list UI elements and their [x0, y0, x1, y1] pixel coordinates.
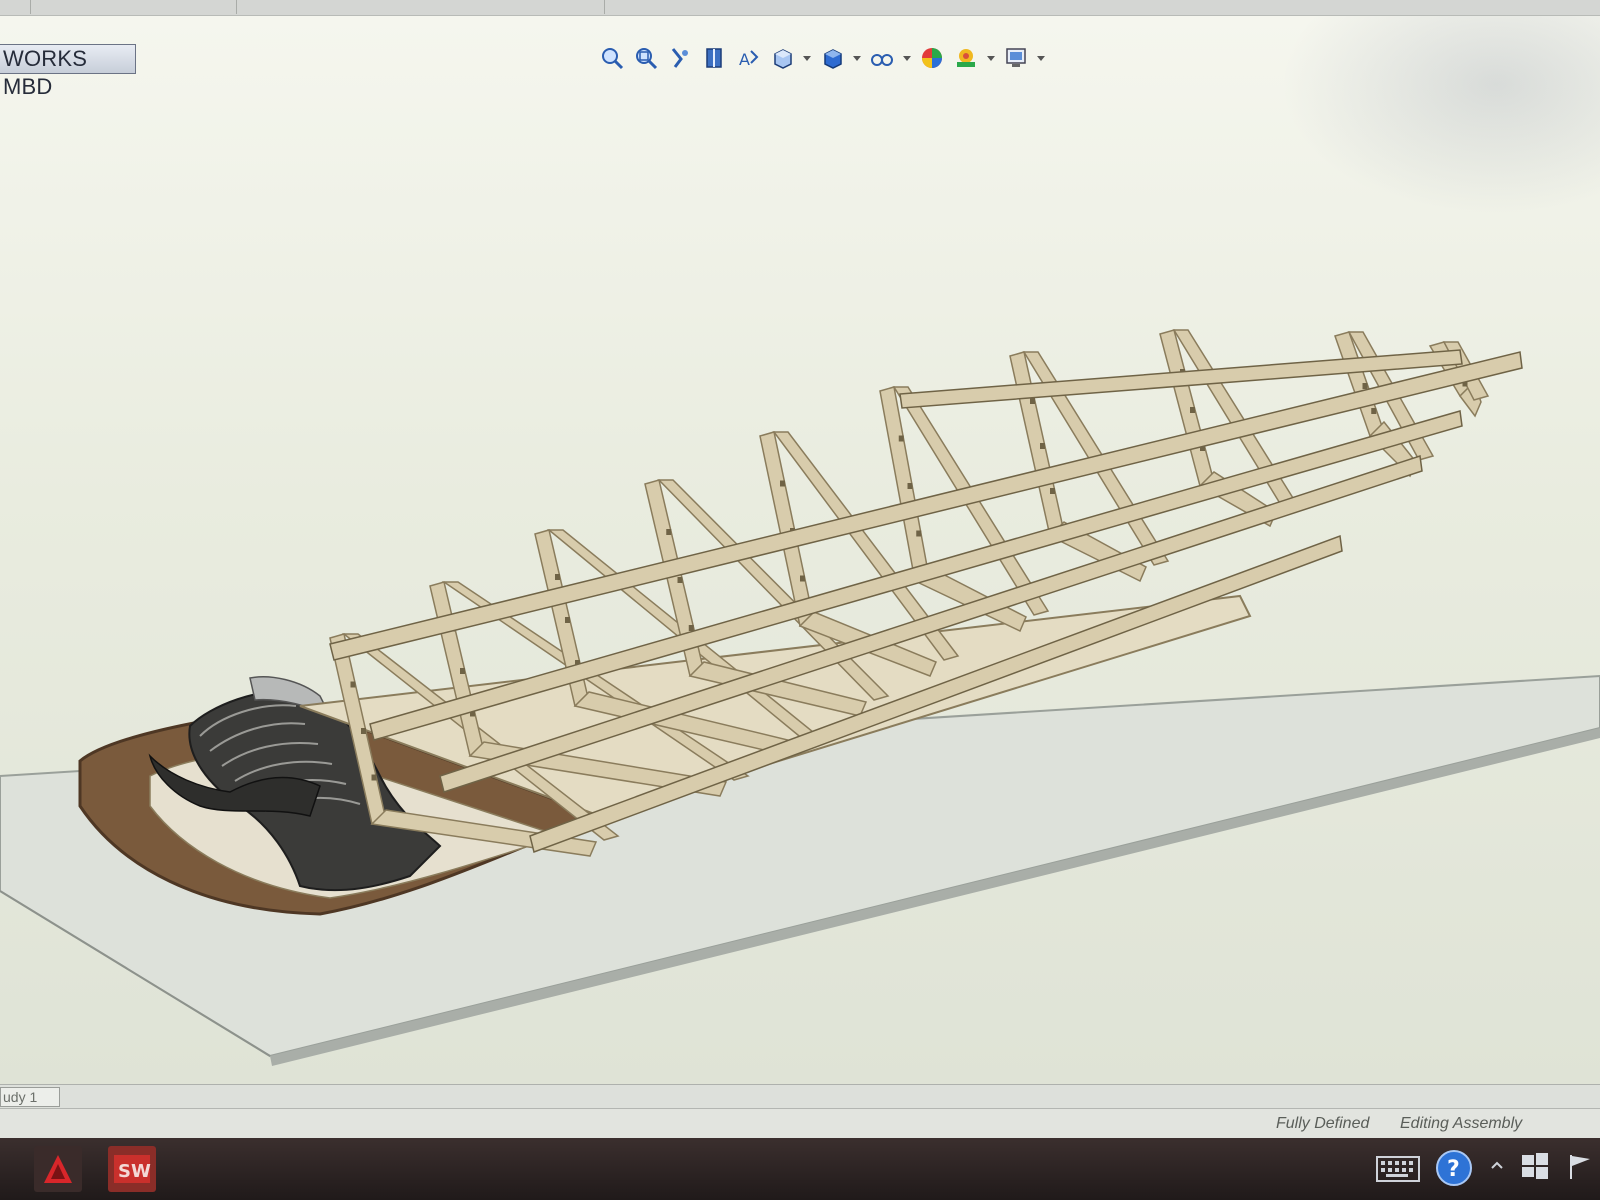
frame-notch [907, 483, 913, 489]
frame-notch [780, 480, 785, 487]
boat-frame-assembly-model[interactable] [0, 16, 1600, 1084]
status-editing-mode: Editing Assembly [1400, 1115, 1523, 1132]
svg-text:SW: SW [118, 1161, 151, 1182]
ribbon-separator [604, 0, 605, 14]
svg-text:?: ? [1447, 1157, 1460, 1182]
frame-notch [361, 728, 366, 734]
frame-notch [371, 774, 377, 781]
ribbon-bottom-edge [0, 0, 1600, 16]
tray-chevron-icon[interactable] [1490, 1160, 1504, 1170]
frame-notch [1050, 488, 1055, 494]
status-bar: Fully Defined Editing Assembly [0, 1108, 1600, 1138]
frame-notch [1190, 407, 1195, 413]
ribbon-separator [30, 0, 31, 14]
frame-notch [1040, 443, 1045, 449]
display-style-icon[interactable] [818, 44, 846, 72]
windows-taskbar: SW ? [0, 1138, 1600, 1200]
apply-scene-dropdown[interactable] [986, 44, 996, 72]
view-settings-dropdown[interactable] [1036, 44, 1046, 72]
frame-notch [350, 681, 356, 688]
command-manager-tab-mbd[interactable]: WORKS MBD [0, 44, 136, 99]
svg-text:A: A [739, 50, 750, 69]
zoom-to-fit-icon[interactable] [598, 44, 626, 72]
frame-notch [460, 668, 465, 674]
hide-show-items-dropdown[interactable] [902, 44, 912, 72]
frame-post[interactable] [1159, 329, 1215, 487]
frame-notch [677, 577, 683, 583]
frame-notch [800, 575, 805, 582]
frame-notch [916, 530, 922, 537]
frame-notch [565, 617, 570, 623]
display-style-dropdown[interactable] [852, 44, 862, 72]
model-tabs-bar: udy 1 [0, 1084, 1600, 1108]
frame-notch [1362, 383, 1368, 389]
heads-up-view-toolbar: A [598, 40, 1046, 76]
zoom-to-area-icon[interactable] [632, 44, 660, 72]
notification-flag-icon[interactable] [1566, 1152, 1596, 1180]
view-orientation-icon[interactable] [768, 44, 796, 72]
view-settings-icon[interactable] [1002, 44, 1030, 72]
frame-notch [898, 435, 904, 442]
dynamic-annotation-views-icon[interactable]: A [734, 44, 762, 72]
frame-notch [666, 529, 672, 535]
section-view-icon[interactable] [700, 44, 728, 72]
keyboard-icon[interactable] [1376, 1156, 1420, 1182]
edit-appearance-icon[interactable] [918, 44, 946, 72]
frame-notch [688, 625, 694, 631]
autocad-icon[interactable] [34, 1146, 82, 1192]
view-orientation-dropdown[interactable] [802, 44, 812, 72]
frame-notch [1030, 398, 1035, 404]
graphics-area[interactable]: WORKS MBD A [0, 16, 1600, 1084]
help-icon[interactable]: ? [1434, 1148, 1474, 1188]
ribbon-separator [236, 0, 237, 14]
status-definition-state: Fully Defined [1276, 1115, 1370, 1132]
hide-show-items-icon[interactable] [868, 44, 896, 72]
previous-view-icon[interactable] [666, 44, 694, 72]
windows-flag-icon[interactable] [1520, 1152, 1550, 1180]
solidworks-icon[interactable]: SW [108, 1146, 156, 1192]
frame-notch [1371, 408, 1377, 414]
apply-scene-icon[interactable] [952, 44, 980, 72]
tab-motion-study-1[interactable]: udy 1 [0, 1087, 60, 1107]
frame-notch [555, 574, 560, 580]
solidworks-window: WORKS MBD A udy 1 Fully Defined Editing … [0, 0, 1600, 1200]
